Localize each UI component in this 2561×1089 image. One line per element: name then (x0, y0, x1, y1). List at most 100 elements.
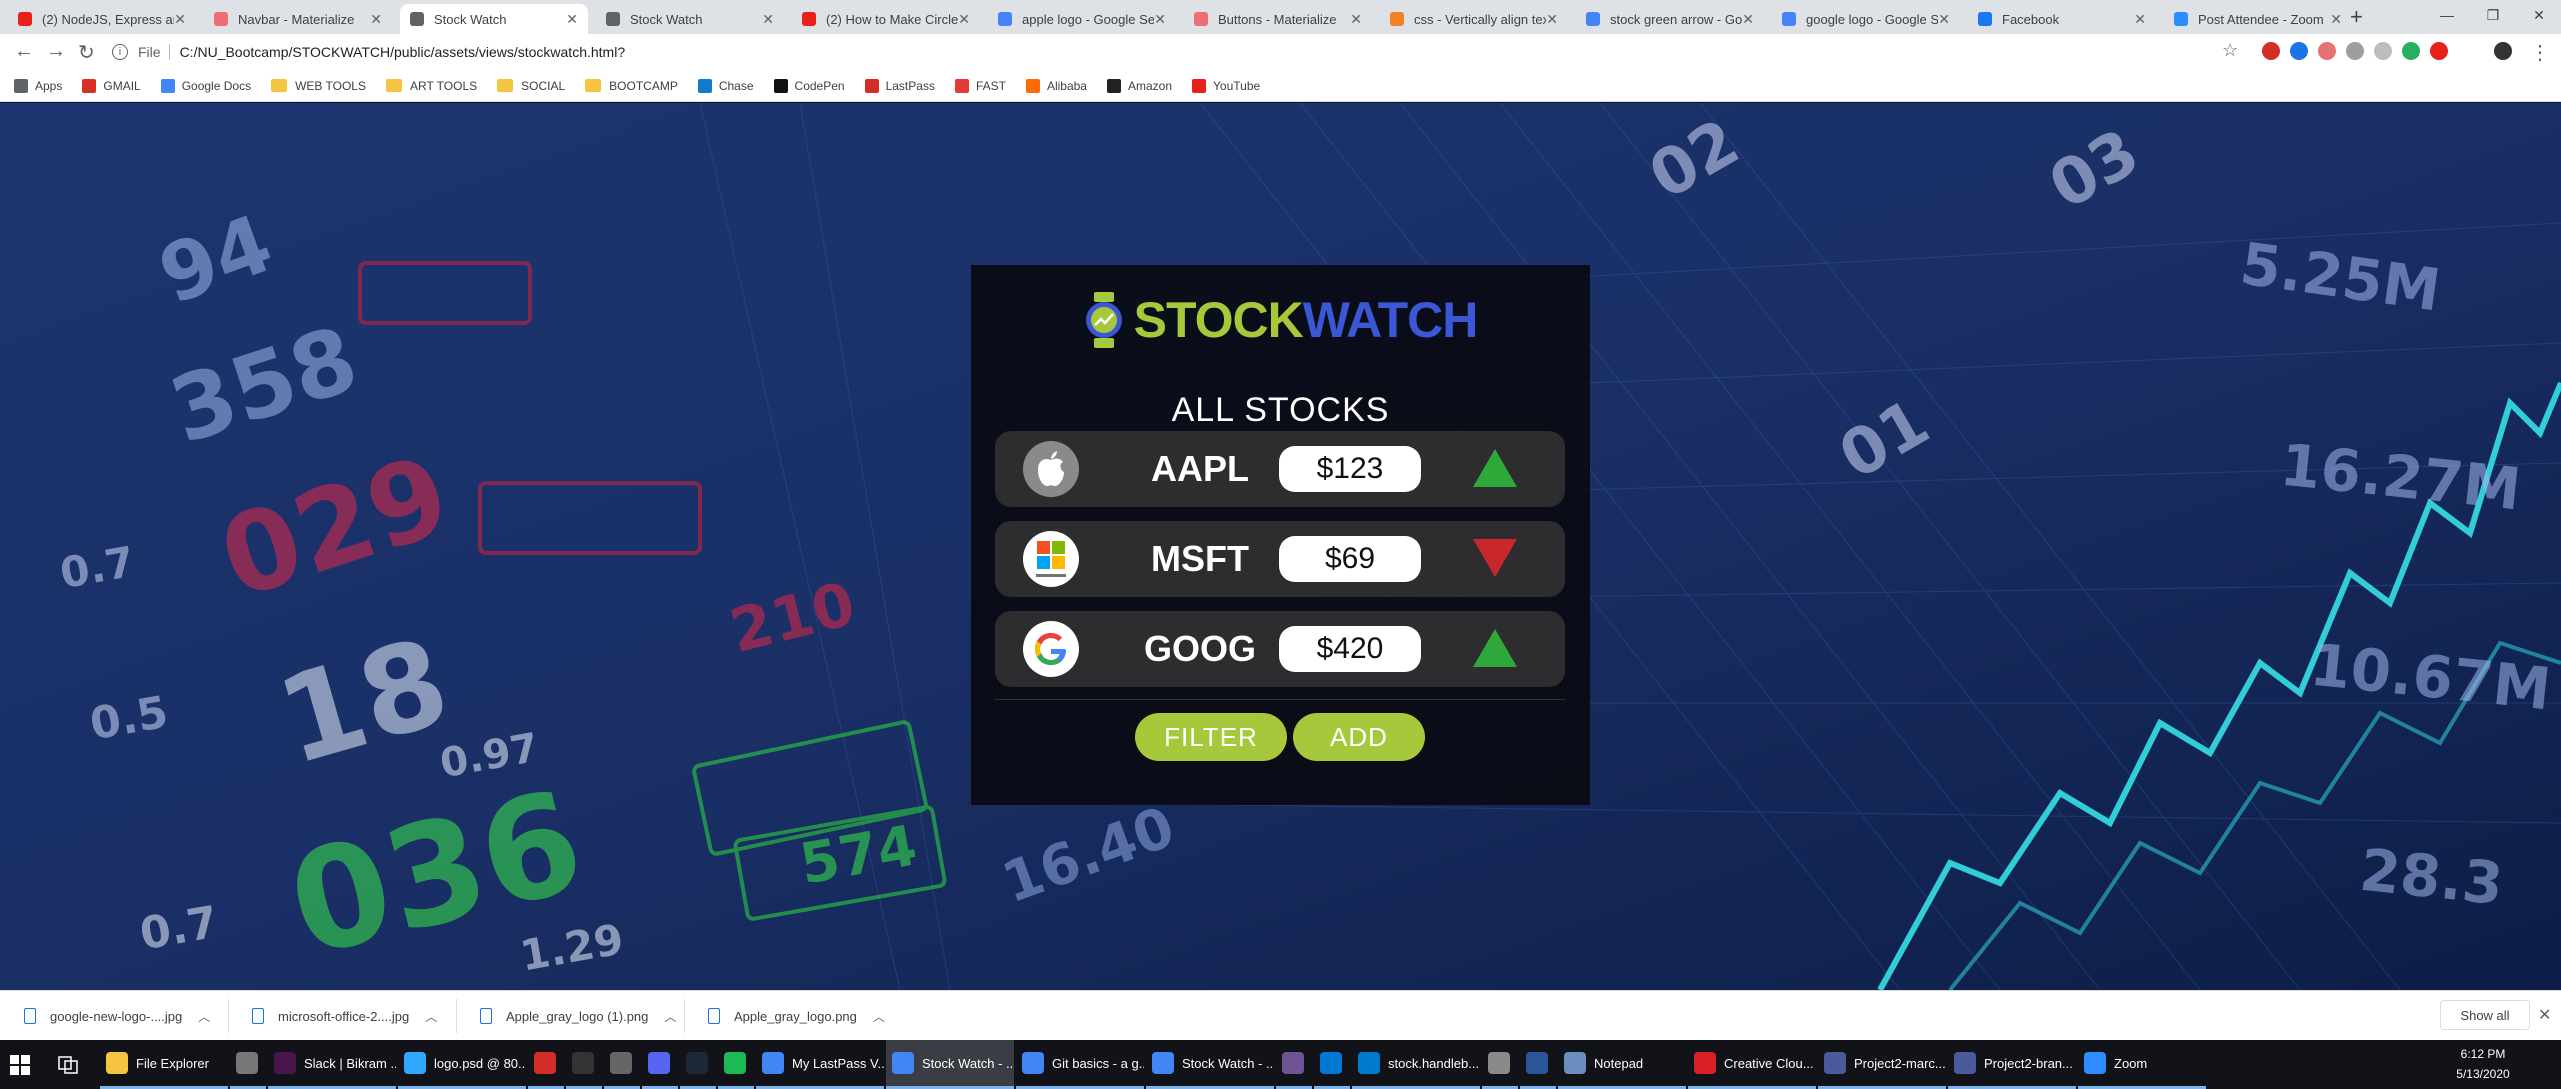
minimize-window-button[interactable]: — (2424, 0, 2470, 30)
bookmark-art-tools[interactable]: ART TOOLS (386, 79, 477, 93)
tab-close-icon[interactable]: ✕ (762, 11, 774, 28)
start-button[interactable] (10, 1040, 40, 1089)
chevron-up-icon[interactable]: ︿ (873, 1008, 885, 1025)
taskbar-app[interactable]: My LastPass V... (756, 1040, 884, 1089)
taskbar-app[interactable] (1314, 1040, 1350, 1089)
chevron-up-icon[interactable]: ︿ (198, 1008, 210, 1025)
taskbar-app[interactable] (1276, 1040, 1312, 1089)
extension-icon[interactable] (2430, 42, 2448, 60)
browser-tab[interactable]: google logo - Google Se ✕ (1772, 4, 1960, 34)
browser-tab[interactable]: Facebook ✕ (1968, 4, 2156, 34)
close-window-button[interactable]: ✕ (2516, 0, 2561, 30)
taskbar-app[interactable] (566, 1040, 602, 1089)
extension-icon[interactable] (2346, 42, 2364, 60)
taskbar-app[interactable]: Git basics - a g... (1016, 1040, 1144, 1089)
taskbar-app[interactable]: Stock Watch - ... (886, 1040, 1014, 1089)
bookmark-web-tools[interactable]: WEB TOOLS (271, 79, 366, 93)
bookmark-google-docs[interactable]: Google Docs (160, 78, 251, 93)
download-item[interactable]: Apple_gray_logo.png ︿ (708, 1003, 885, 1029)
taskbar-app[interactable] (642, 1040, 678, 1089)
browser-menu-button[interactable]: ⋮ (2530, 40, 2550, 65)
taskbar-app[interactable]: Slack | Bikram ... (268, 1040, 396, 1089)
browser-tab[interactable]: Post Attendee - Zoom ✕ (2164, 4, 2352, 34)
tab-close-icon[interactable]: ✕ (1350, 11, 1362, 28)
filter-button[interactable]: FILTER (1135, 713, 1287, 761)
taskbar-app[interactable]: Notepad (1558, 1040, 1686, 1089)
bookmark-youtube[interactable]: YouTube (1192, 78, 1260, 93)
bookmark-gmail[interactable]: GMAIL (82, 78, 141, 93)
browser-tab[interactable]: Stock Watch ✕ (596, 4, 784, 34)
taskbar-app[interactable]: File Explorer (100, 1040, 228, 1089)
taskbar-app[interactable] (718, 1040, 754, 1089)
forward-button[interactable]: → (46, 40, 66, 63)
reload-button[interactable]: ↻ (78, 40, 95, 65)
browser-tab[interactable]: (2) How to Make Circle I ✕ (792, 4, 980, 34)
taskbar-app[interactable] (1482, 1040, 1518, 1089)
task-view-button[interactable] (58, 1040, 88, 1089)
chevron-up-icon[interactable]: ︿ (664, 1008, 676, 1025)
bookmark-apps[interactable]: Apps (14, 78, 62, 93)
tab-close-icon[interactable]: ✕ (2330, 11, 2342, 28)
tab-close-icon[interactable]: ✕ (1938, 11, 1950, 28)
pocket-extension-icon[interactable] (2318, 42, 2336, 60)
download-item[interactable]: Apple_gray_logo (1).png ︿ (480, 1003, 676, 1029)
lastpass-extension-icon[interactable] (2262, 42, 2280, 60)
extension-icon[interactable] (2374, 42, 2392, 60)
taskbar-app[interactable]: Project2-marc... (1818, 1040, 1946, 1089)
tab-close-icon[interactable]: ✕ (1742, 11, 1754, 28)
browser-tab[interactable]: stock green arrow - Goo ✕ (1576, 4, 1764, 34)
tab-close-icon[interactable]: ✕ (958, 11, 970, 28)
browser-tab[interactable]: Navbar - Materialize ✕ (204, 4, 392, 34)
taskbar-app[interactable]: stock.handleb... (1352, 1040, 1480, 1089)
taskbar-app[interactable] (1520, 1040, 1556, 1089)
bookmark-codepen[interactable]: CodePen (773, 78, 845, 93)
browser-tab[interactable]: (2) NodeJS, Express and ✕ (8, 4, 196, 34)
browser-tab[interactable]: Buttons - Materialize ✕ (1184, 4, 1372, 34)
browser-tab[interactable]: apple logo - Google Sea ✕ (988, 4, 1176, 34)
browser-tab[interactable]: Stock Watch ✕ (400, 4, 588, 34)
system-clock[interactable]: 6:12 PM 5/13/2020 (2448, 1044, 2518, 1084)
stock-row-msft[interactable]: MSFT $69 (995, 521, 1565, 597)
bookmark-amazon[interactable]: Amazon (1106, 78, 1172, 93)
show-all-button[interactable]: Show all (2440, 1000, 2530, 1030)
address-bar[interactable]: i File C:/NU_Bootcamp/STOCKWATCH/public/… (112, 38, 2252, 66)
new-tab-button[interactable]: + (2350, 4, 2363, 30)
taskbar-app[interactable]: Zoom (2078, 1040, 2206, 1089)
back-button[interactable]: ← (14, 40, 34, 63)
tab-close-icon[interactable]: ✕ (1546, 11, 1558, 28)
vpn-extension-icon[interactable] (2290, 42, 2308, 60)
stock-row-aapl[interactable]: AAPL $123 (995, 431, 1565, 507)
taskbar-app[interactable]: Stock Watch - ... (1146, 1040, 1274, 1089)
browser-tab[interactable]: css - Vertically align text ✕ (1380, 4, 1568, 34)
download-item[interactable]: microsoft-office-2....jpg ︿ (252, 1003, 437, 1029)
chevron-up-icon[interactable]: ︿ (425, 1008, 437, 1025)
profile-avatar[interactable] (2494, 42, 2512, 60)
maximize-window-button[interactable]: ❐ (2470, 0, 2516, 30)
url-text[interactable]: C:/NU_Bootcamp/STOCKWATCH/public/assets/… (180, 44, 626, 60)
tab-close-icon[interactable]: ✕ (2134, 11, 2146, 28)
extension-icon[interactable] (2402, 42, 2420, 60)
download-item[interactable]: google-new-logo-....jpg ︿ (24, 1003, 210, 1029)
add-button[interactable]: ADD (1293, 713, 1425, 761)
bookmark-lastpass[interactable]: LastPass (864, 78, 935, 93)
tab-close-icon[interactable]: ✕ (1154, 11, 1166, 28)
bookmark-chase[interactable]: Chase (697, 78, 754, 93)
bookmark-fast[interactable]: FAST (954, 78, 1006, 93)
bookmark-social[interactable]: SOCIAL (497, 79, 565, 93)
taskbar-app[interactable]: Creative Clou... (1688, 1040, 1816, 1089)
taskbar-app[interactable] (680, 1040, 716, 1089)
taskbar-app[interactable] (604, 1040, 640, 1089)
tab-close-icon[interactable]: ✕ (566, 11, 578, 28)
tab-close-icon[interactable]: ✕ (174, 11, 186, 28)
taskbar-app[interactable] (230, 1040, 266, 1089)
stock-row-goog[interactable]: GOOG $420 (995, 611, 1565, 687)
bookmark-star-icon[interactable]: ☆ (2222, 40, 2238, 61)
tab-close-icon[interactable]: ✕ (370, 11, 382, 28)
taskbar-app[interactable]: Project2-bran... (1948, 1040, 2076, 1089)
bookmark-alibaba[interactable]: Alibaba (1025, 78, 1087, 93)
bookmark-bootcamp[interactable]: BOOTCAMP (585, 79, 678, 93)
taskbar-app[interactable] (528, 1040, 564, 1089)
close-icon[interactable]: ✕ (2538, 1005, 2551, 1025)
info-icon[interactable]: i (112, 44, 128, 60)
taskbar-app[interactable]: logo.psd @ 80... (398, 1040, 526, 1089)
